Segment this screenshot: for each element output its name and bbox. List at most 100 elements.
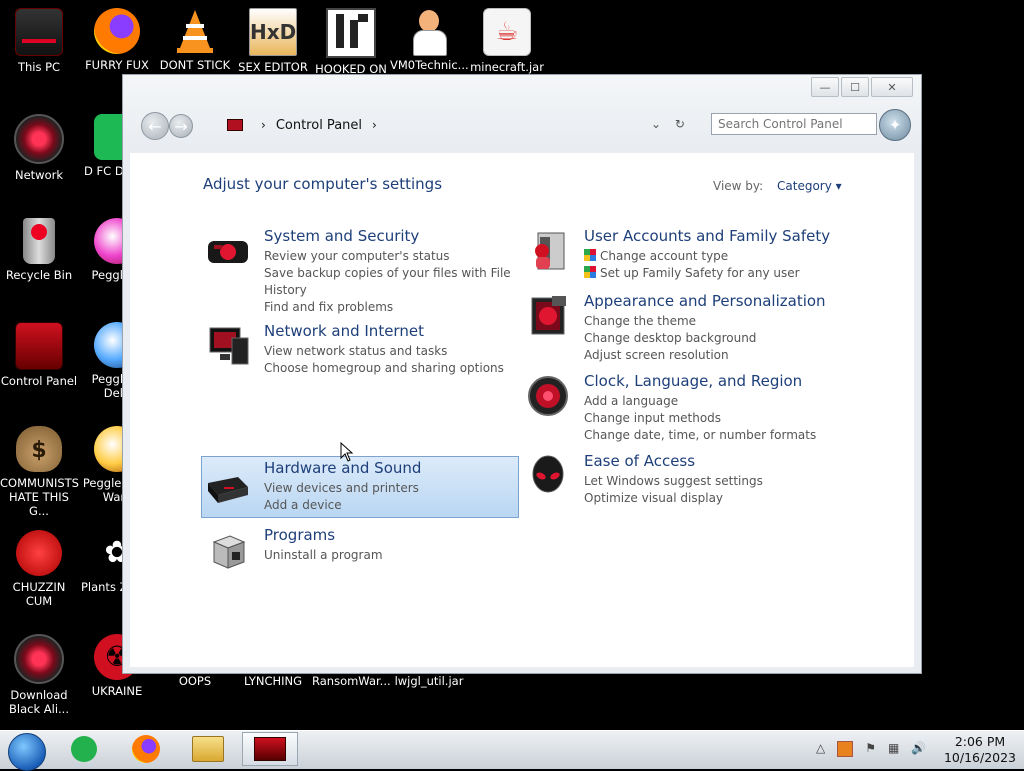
search-input[interactable] — [711, 113, 877, 135]
desktop-icon-furry-fux[interactable]: FURRY FUX — [78, 8, 156, 72]
category-link[interactable]: Set up Family Safety for any user — [584, 265, 862, 282]
start-button[interactable] — [8, 733, 46, 771]
doctor-icon — [406, 8, 452, 56]
view-by-dropdown[interactable]: Category ▾ — [777, 179, 842, 193]
desktop-icon-label: VM0Technic... — [390, 58, 469, 72]
hxd-icon: HxD — [249, 8, 297, 56]
breadcrumb-separator[interactable]: › — [261, 118, 266, 132]
desktop-icon-label: Network — [14, 168, 64, 182]
category-link[interactable]: Save backup copies of your files with Fi… — [264, 265, 520, 299]
category-programs[interactable]: Programs Uninstall a program — [202, 526, 520, 569]
clock-date: 10/16/2023 — [943, 750, 1017, 765]
category-link[interactable]: Change account type — [584, 248, 862, 265]
shield-icon — [206, 229, 250, 273]
clock-time: 2:06 PM — [954, 734, 1006, 749]
category-clock-language[interactable]: Clock, Language, and Region Add a langua… — [522, 372, 862, 444]
globe-clock-icon — [526, 374, 570, 418]
desktop-icon-lwjgl-util[interactable]: lwjgl_util.jar — [390, 674, 468, 688]
category-link[interactable]: Change input methods — [584, 410, 862, 427]
clock[interactable]: 2:06 PM 10/16/2023 — [940, 734, 1020, 766]
category-link[interactable]: View network status and tasks — [264, 343, 520, 360]
category-title[interactable]: Hardware and Sound — [264, 459, 518, 477]
view-by-label: View by: — [713, 179, 764, 193]
category-link[interactable]: Add a language — [584, 393, 862, 410]
show-hidden-icons-icon[interactable]: △ — [816, 741, 825, 757]
back-button[interactable]: ← — [141, 112, 169, 140]
taskbar-firefox[interactable] — [118, 732, 174, 766]
uac-shield-icon — [584, 266, 596, 278]
category-link[interactable]: Choose homegroup and sharing options — [264, 360, 520, 377]
forward-button[interactable]: → — [169, 114, 193, 138]
search-button[interactable]: ✦ — [879, 109, 911, 141]
category-link[interactable]: Adjust screen resolution — [584, 347, 862, 364]
desktop-icon-label: DONT STICK — [159, 58, 231, 72]
category-link[interactable]: View devices and printers — [264, 480, 518, 497]
desktop-icon-network[interactable]: Network — [0, 114, 78, 182]
firefox-icon — [94, 8, 140, 54]
category-link[interactable]: Review your computer's status — [264, 248, 520, 265]
breadcrumb-control-panel[interactable]: Control Panel — [276, 118, 362, 133]
category-title[interactable]: Programs — [264, 526, 520, 544]
desktop-icon-this-pc[interactable]: This PC — [0, 8, 78, 74]
control-panel-icon — [15, 322, 63, 370]
taskbar: △ ⚑ ▦ 🔊 2:06 PM 10/16/2023 — [0, 730, 1024, 771]
desktop-icon-minecraft-jar[interactable]: ☕ minecraft.jar — [468, 8, 546, 74]
chevron-down-icon[interactable]: ⌄ — [651, 117, 661, 131]
control-panel-icon — [227, 119, 243, 131]
desktop-icon-vm0technic[interactable]: VM0Technic... — [390, 8, 469, 72]
folder-icon — [192, 736, 224, 762]
close-button[interactable]: ✕ — [871, 77, 913, 97]
category-link[interactable]: Let Windows suggest settings — [584, 473, 862, 490]
desktop-icon-label: OOPS — [178, 674, 212, 688]
category-link[interactable]: Uninstall a program — [264, 547, 520, 564]
category-title[interactable]: Clock, Language, and Region — [584, 372, 862, 390]
category-link[interactable]: Add a device — [264, 497, 518, 514]
minimize-button[interactable]: — — [811, 77, 839, 97]
app-tray-icon[interactable] — [837, 741, 854, 757]
desktop-icon-ransomware[interactable]: RansomWar... — [312, 674, 391, 688]
volume-icon[interactable]: 🔊 — [911, 741, 926, 757]
desktop-icon-chuzzin[interactable]: CHUZZIN CUM — [0, 530, 78, 608]
taskbar-notes-app[interactable] — [56, 732, 112, 766]
category-system-security[interactable]: System and Security Review your computer… — [202, 227, 520, 316]
desktop-icon-sex-editor[interactable]: HxD SEX EDITOR — [234, 8, 312, 74]
breadcrumb-separator[interactable]: › — [372, 118, 377, 132]
view-by: View by: Category ▾ — [713, 179, 842, 193]
category-link-text: Set up Family Safety for any user — [600, 266, 800, 280]
maximize-button[interactable]: ☐ — [841, 77, 869, 97]
taskbar-file-explorer[interactable] — [180, 732, 236, 766]
category-user-accounts[interactable]: User Accounts and Family Safety Change a… — [522, 227, 862, 282]
category-network-internet[interactable]: Network and Internet View network status… — [202, 322, 520, 377]
category-title[interactable]: Ease of Access — [584, 452, 862, 470]
desktop-icon-download-black[interactable]: Download Black Ali... — [0, 634, 78, 716]
desktop-icon-dont-stick[interactable]: DONT STICK — [156, 8, 234, 72]
category-link[interactable]: Find and fix problems — [264, 299, 520, 316]
desktop-icon-recycle-bin[interactable]: Recycle Bin — [0, 218, 78, 282]
navigation-bar: ← → › Control Panel › ⌄ ↻ ✦ — [135, 109, 911, 145]
desktop-icon-label: CHUZZIN CUM — [12, 580, 66, 608]
category-link[interactable]: Change date, time, or number formats — [584, 427, 862, 444]
desktop-icon-hooked-on[interactable]: HOOKED ON — [312, 8, 390, 76]
network-icon[interactable]: ▦ — [888, 741, 899, 757]
flag-icon[interactable]: ⚑ — [865, 741, 876, 757]
category-ease-of-access[interactable]: Ease of Access Let Windows suggest setti… — [522, 452, 862, 507]
notes-icon — [71, 736, 97, 762]
desktop-icon-oops[interactable]: OOPS — [156, 674, 234, 688]
category-hardware-sound[interactable]: Hardware and Sound View devices and prin… — [201, 456, 519, 518]
desktop-icon-communists[interactable]: $ COMMUNISTS HATE THIS G... — [0, 426, 79, 518]
taskbar-control-panel[interactable] — [242, 732, 298, 766]
category-title[interactable]: Network and Internet — [264, 322, 520, 340]
category-title[interactable]: User Accounts and Family Safety — [584, 227, 862, 245]
address-bar[interactable]: › Control Panel › — [227, 113, 663, 137]
category-appearance[interactable]: Appearance and Personalization Change th… — [522, 292, 862, 364]
refresh-icon[interactable]: ↻ — [675, 117, 685, 131]
network-globe-icon — [14, 114, 64, 164]
desktop-icon-lynching[interactable]: LYNCHING — [234, 674, 312, 688]
desktop-icon-label: Control Panel — [0, 374, 78, 388]
category-link[interactable]: Change the theme — [584, 313, 862, 330]
desktop-icon-control-panel[interactable]: Control Panel — [0, 322, 78, 388]
category-title[interactable]: Appearance and Personalization — [584, 292, 862, 310]
category-title[interactable]: System and Security — [264, 227, 520, 245]
category-link[interactable]: Change desktop background — [584, 330, 862, 347]
category-link[interactable]: Optimize visual display — [584, 490, 862, 507]
